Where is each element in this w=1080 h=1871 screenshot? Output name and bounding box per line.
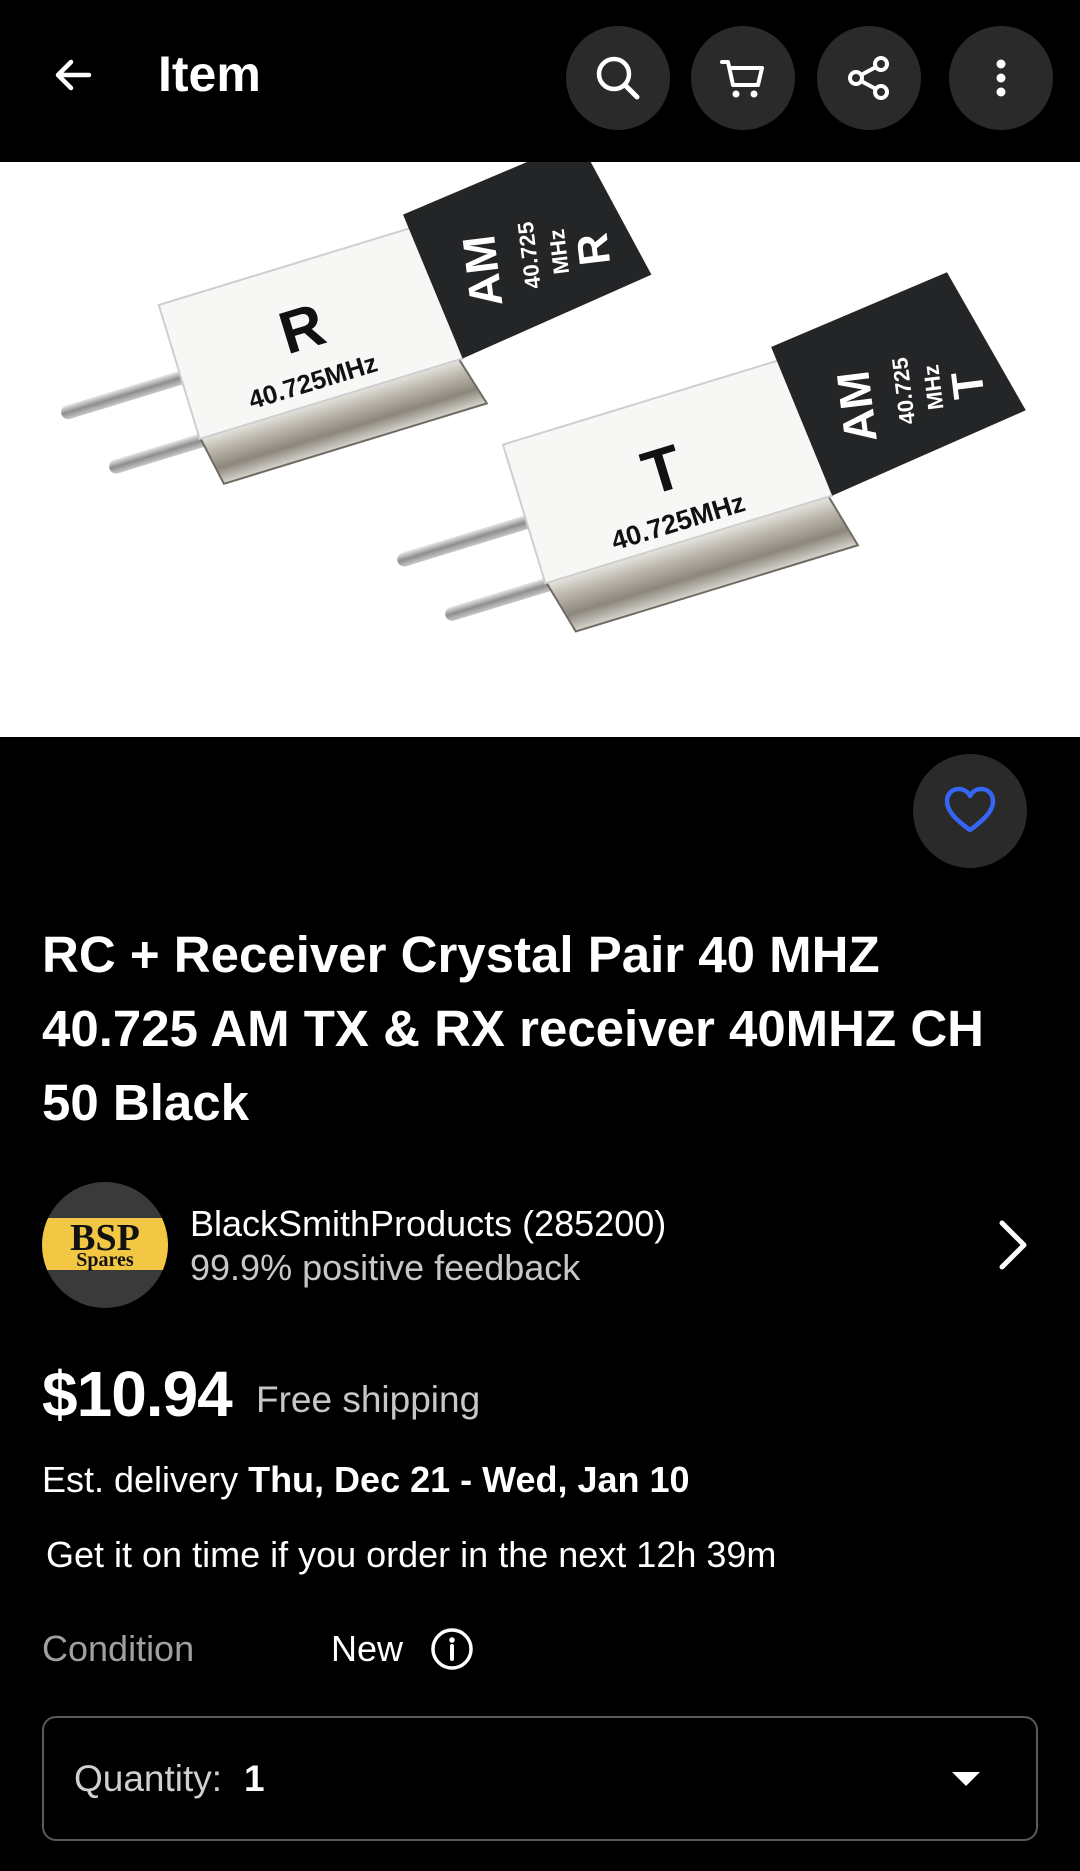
more-options-button[interactable] — [949, 26, 1053, 130]
estimated-delivery: Est. delivery Thu, Dec 21 - Wed, Jan 10 — [42, 1457, 690, 1503]
order-cutoff: Get it on time if you order in the next … — [46, 1534, 777, 1575]
condition-info-button[interactable] — [428, 1625, 476, 1673]
quantity-label: Quantity: — [74, 1758, 223, 1799]
chevron-right-icon — [982, 1215, 1042, 1275]
info-icon — [431, 1628, 473, 1670]
watchlist-button[interactable] — [913, 754, 1027, 868]
heart-outline-icon — [944, 786, 996, 833]
quantity-value: 1 — [244, 1758, 265, 1799]
tag-band: AM — [452, 232, 512, 309]
crystal-pair-photo: R 40.725MHz AM 40.725 MHz R T 40.725MHz … — [61, 162, 1026, 633]
tag-band: AM — [826, 368, 886, 445]
condition-value: New — [331, 1628, 404, 1669]
item-price: $10.94 — [42, 1358, 233, 1430]
delivery-range: Thu, Dec 21 - Wed, Jan 10 — [248, 1459, 690, 1500]
seller-info-row[interactable]: BSP Spares BlackSmithProducts (285200) 9… — [42, 1182, 1042, 1308]
seller-name: BlackSmithProducts (285200) — [190, 1203, 667, 1244]
tag-letter: R — [568, 231, 621, 269]
shipping-info: Free shipping — [256, 1379, 481, 1420]
delivery-prefix: Est. delivery — [42, 1459, 249, 1500]
more-vertical-icon — [996, 59, 1006, 97]
product-image[interactable]: R 40.725MHz AM 40.725 MHz R T 40.725MHz … — [0, 162, 1080, 737]
svg-text:Spares: Spares — [76, 1249, 134, 1271]
search-button[interactable] — [566, 26, 670, 130]
share-icon — [848, 56, 889, 100]
quantity-select[interactable]: Quantity: 1 — [42, 1716, 1038, 1841]
search-icon — [596, 56, 640, 100]
top-app-bar: Item — [0, 0, 1080, 162]
seller-avatar: BSP Spares — [42, 1182, 168, 1308]
back-button[interactable] — [30, 32, 116, 118]
product-title: RC + Receiver Crystal Pair 40 MHZ 40.725… — [42, 926, 984, 1131]
seller-feedback: 99.9% positive feedback — [190, 1247, 581, 1288]
condition-label: Condition — [42, 1628, 195, 1669]
page-title: Item — [158, 46, 261, 102]
share-button[interactable] — [817, 26, 921, 130]
cart-button[interactable] — [691, 26, 795, 130]
arrow-left-icon — [55, 59, 92, 91]
caret-down-icon — [946, 1764, 986, 1794]
cart-icon — [720, 60, 764, 98]
seller-logo: BSP Spares — [42, 1217, 168, 1271]
